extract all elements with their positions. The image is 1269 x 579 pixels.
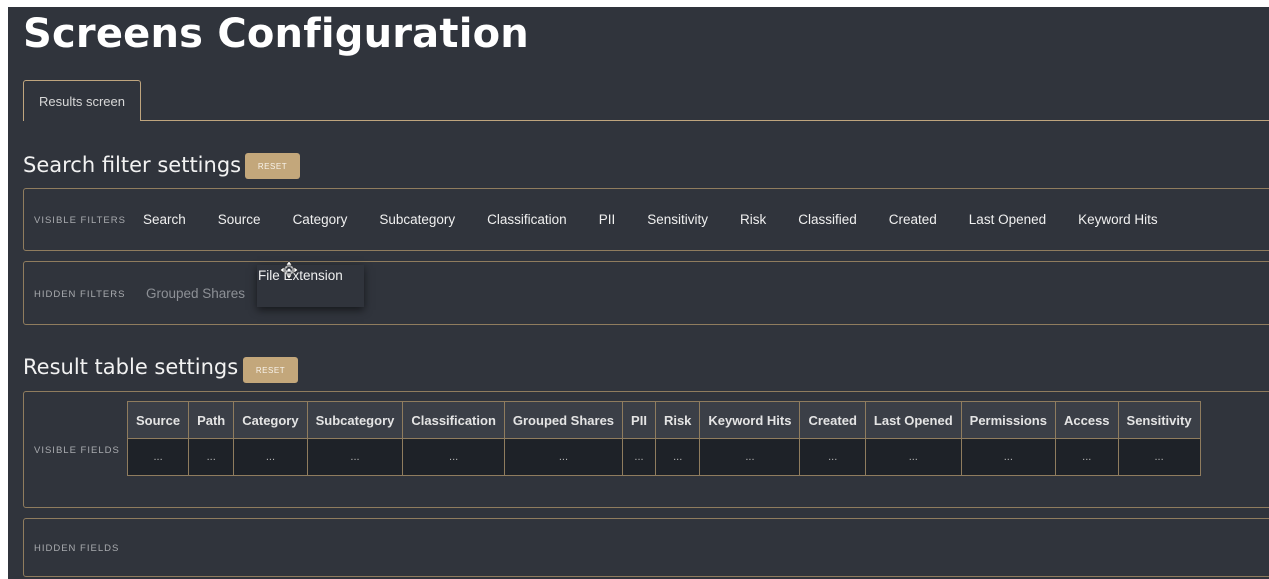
column-placeholder-cell: ... bbox=[960, 438, 1056, 476]
column-header-last-opened[interactable]: Last Opened bbox=[864, 401, 962, 439]
visible-filter-sensitivity[interactable]: Sensitivity bbox=[647, 212, 708, 227]
column-header-grouped-shares[interactable]: Grouped Shares bbox=[503, 401, 624, 439]
visible-filter-last-opened[interactable]: Last Opened bbox=[969, 212, 1046, 227]
hidden-filters-label: HIDDEN FILTERS bbox=[34, 289, 126, 300]
search-filter-settings-title: Search filter settings bbox=[23, 153, 242, 177]
column-placeholder-cell: ... bbox=[188, 438, 235, 476]
visible-filter-source[interactable]: Source bbox=[218, 212, 261, 227]
page-title: Screens Configuration bbox=[23, 11, 529, 57]
visible-fields-label: VISIBLE FIELDS bbox=[34, 445, 120, 456]
hidden-fields-label: HIDDEN FIELDS bbox=[34, 543, 120, 554]
column-placeholder-cell: ... bbox=[233, 438, 308, 476]
column-placeholder-cell: ... bbox=[306, 438, 404, 476]
column-placeholder-cell: ... bbox=[864, 438, 962, 476]
column-placeholder-cell: ... bbox=[799, 438, 866, 476]
tab-results-screen[interactable]: Results screen bbox=[23, 80, 141, 121]
hidden-filter-grouped-shares[interactable]: Grouped Shares bbox=[146, 286, 245, 301]
column-placeholder-cell: ... bbox=[622, 438, 656, 476]
reset-search-filters-button[interactable]: RESET bbox=[245, 153, 300, 179]
visible-filter-classified[interactable]: Classified bbox=[798, 212, 857, 227]
visible-filter-pii[interactable]: PII bbox=[599, 212, 616, 227]
hidden-filters-panel[interactable]: HIDDEN FILTERS Grouped Shares bbox=[23, 261, 1269, 325]
column-header-path[interactable]: Path bbox=[188, 401, 235, 439]
column-header-category[interactable]: Category bbox=[233, 401, 308, 439]
visible-filter-keyword-hits[interactable]: Keyword Hits bbox=[1078, 212, 1158, 227]
visible-filter-search[interactable]: Search bbox=[143, 212, 186, 227]
column-placeholder-cell: ... bbox=[126, 438, 190, 476]
column-header-risk[interactable]: Risk bbox=[654, 401, 701, 439]
visible-fields-table: Source Path Category Subcategory Classificat… bbox=[126, 401, 1201, 476]
visible-filters-label: VISIBLE FILTERS bbox=[34, 215, 126, 226]
column-placeholder-cell: ... bbox=[503, 438, 624, 476]
column-placeholder-cell: ... bbox=[402, 438, 505, 476]
column-placeholder-cell: ... bbox=[1054, 438, 1119, 476]
column-placeholder-cell: ... bbox=[1117, 438, 1201, 476]
column-header-classification[interactable]: Classification bbox=[402, 401, 505, 439]
visible-filter-category[interactable]: Category bbox=[293, 212, 348, 227]
visible-filters-panel[interactable]: VISIBLE FILTERS Search Source Category Subc… bbox=[23, 188, 1269, 251]
column-placeholder-cell: ... bbox=[699, 438, 801, 476]
column-header-subcategory[interactable]: Subcategory bbox=[306, 401, 404, 439]
hidden-fields-panel[interactable]: HIDDEN FIELDS bbox=[23, 518, 1269, 577]
visible-filters-list: Search Source Category Subcategory Classific… bbox=[143, 212, 1190, 227]
column-header-keyword-hits[interactable]: Keyword Hits bbox=[699, 401, 801, 439]
tabs-divider bbox=[23, 120, 1269, 121]
result-table-settings-title: Result table settings bbox=[23, 355, 239, 379]
screens-configuration-page: Screens Configuration Results screen Sea… bbox=[8, 7, 1269, 579]
column-header-created[interactable]: Created bbox=[799, 401, 866, 439]
column-header-sensitivity[interactable]: Sensitivity bbox=[1117, 401, 1201, 439]
visible-filter-subcategory[interactable]: Subcategory bbox=[379, 212, 455, 227]
column-header-permissions[interactable]: Permissions bbox=[960, 401, 1056, 439]
visible-filter-risk[interactable]: Risk bbox=[740, 212, 766, 227]
column-placeholder-cell: ... bbox=[654, 438, 701, 476]
visible-filter-classification[interactable]: Classification bbox=[487, 212, 567, 227]
visible-fields-panel[interactable]: VISIBLE FIELDS Source Path Category Subcate… bbox=[23, 391, 1269, 508]
move-cursor-icon bbox=[280, 261, 298, 279]
column-header-access[interactable]: Access bbox=[1054, 401, 1119, 439]
dragging-filter-chip[interactable]: File Extension bbox=[257, 265, 364, 307]
column-header-source[interactable]: Source bbox=[126, 401, 190, 439]
reset-result-table-button[interactable]: RESET bbox=[243, 357, 298, 383]
column-header-pii[interactable]: PII bbox=[622, 401, 656, 439]
visible-filter-created[interactable]: Created bbox=[889, 212, 937, 227]
